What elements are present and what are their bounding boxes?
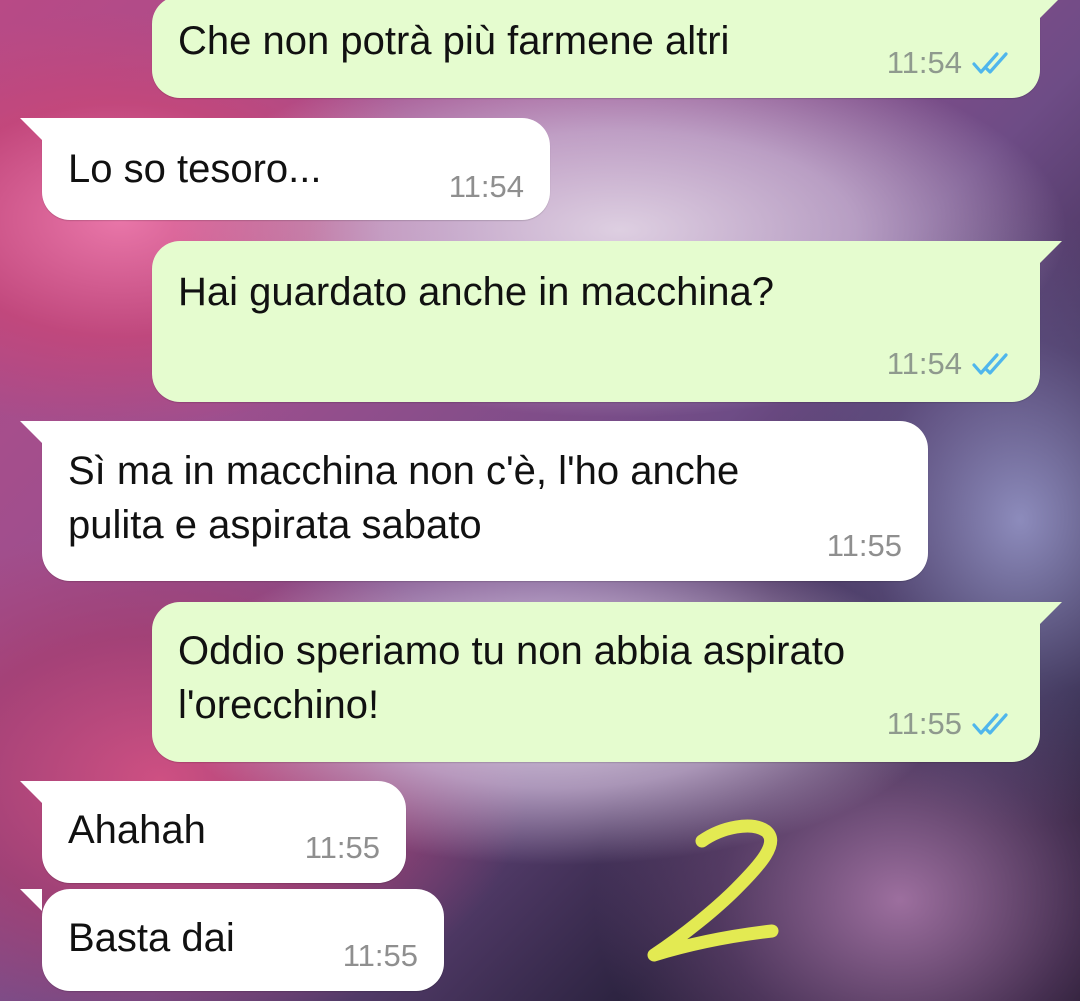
- message-text: Ahahah: [68, 808, 206, 852]
- message-incoming[interactable]: Sì ma in macchina non c'è, l'ho anche pu…: [20, 421, 928, 581]
- message-time: 11:55: [342, 938, 418, 973]
- message-incoming[interactable]: Ahahah 11:55: [20, 781, 406, 883]
- message-text-line: Sì ma in macchina non c'è, l'ho anche: [68, 449, 740, 493]
- message-text: Lo so tesoro...: [68, 147, 322, 191]
- message-text: Basta dai: [68, 916, 235, 960]
- double-check-read-icon: [972, 52, 1008, 74]
- message-text: Hai guardato anche in macchina?: [178, 270, 774, 314]
- message-meta: 11:54: [449, 170, 524, 204]
- message-meta: 11:55: [887, 707, 1018, 741]
- message-outgoing[interactable]: Che non potrà più farmene altri 11:54: [152, 0, 1062, 98]
- message-time: 11:54: [886, 346, 962, 381]
- message-time: 11:54: [886, 45, 962, 80]
- message-outgoing[interactable]: Oddio speriamo tu non abbia aspirato l'o…: [152, 602, 1062, 762]
- handwritten-number-annotation: 2: [647, 819, 779, 962]
- message-text: Che non potrà più farmene altri: [178, 19, 730, 63]
- message-incoming[interactable]: Lo so tesoro... 11:54: [20, 118, 550, 220]
- message-text-line: Oddio speriamo tu non abbia aspirato: [178, 629, 846, 673]
- message-meta: 11:55: [305, 831, 380, 865]
- message-meta: 11:55: [343, 939, 418, 973]
- message-meta: 11:54: [887, 347, 1018, 381]
- message-time: 11:55: [886, 706, 962, 741]
- double-check-read-icon: [972, 713, 1008, 735]
- message-text-line: pulita e aspirata sabato: [68, 503, 482, 547]
- message-time: 11:54: [448, 169, 524, 204]
- message-time: 11:55: [304, 830, 380, 865]
- message-outgoing[interactable]: Hai guardato anche in macchina? 11:54: [152, 241, 1062, 402]
- message-text-line: l'orecchino!: [178, 683, 380, 727]
- message-meta: 11:54: [887, 46, 1018, 80]
- message-incoming[interactable]: Basta dai 11:55: [20, 889, 444, 991]
- message-time: 11:55: [826, 528, 902, 563]
- double-check-read-icon: [972, 353, 1008, 375]
- message-meta: 11:55: [827, 529, 902, 563]
